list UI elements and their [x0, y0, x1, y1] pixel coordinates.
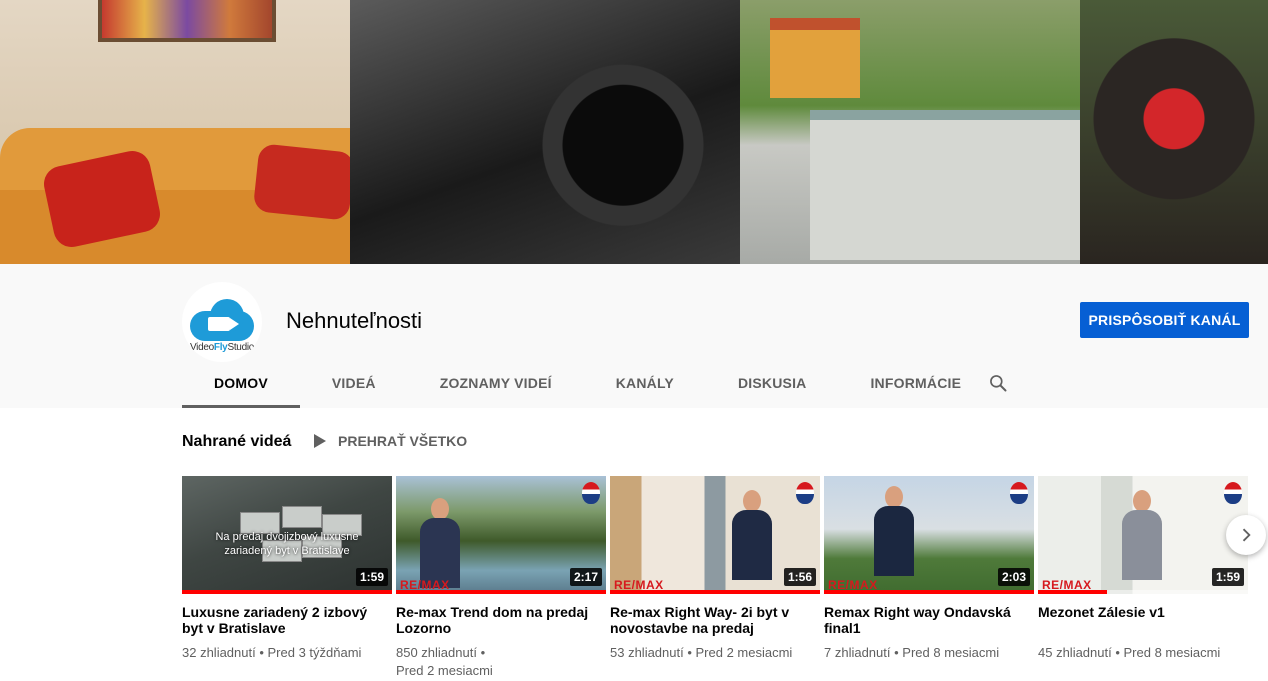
watch-progress-bar	[182, 590, 392, 594]
channel-avatar[interactable]: VideoFlyStudio	[182, 282, 262, 362]
play-icon	[314, 434, 326, 448]
tab-playlists[interactable]: ZOZNAMY VIDEÍ	[408, 358, 584, 408]
chevron-right-icon	[1242, 528, 1251, 542]
video-title[interactable]: Re-max Right Way- 2i byt v novostavbe na…	[610, 604, 820, 636]
video-thumbnail[interactable]: RE/MAX 2:03	[824, 476, 1034, 594]
video-duration: 2:03	[997, 568, 1030, 586]
video-meta: 32 zhliadnutí • Pred 3 týždňami	[182, 645, 362, 660]
channel-tabs: DOMOV VIDEÁ ZOZNAMY VIDEÍ KANÁLY DISKUSI…	[182, 358, 993, 408]
video-title[interactable]: Re-max Trend dom na predaj Lozorno	[396, 604, 606, 636]
video-item[interactable]: RE/MAX 2:03 Remax Right way Ondavská fin…	[824, 476, 1034, 680]
tab-videos[interactable]: VIDEÁ	[300, 358, 408, 408]
presenter-figure	[1120, 490, 1164, 594]
presenter-figure	[872, 486, 916, 594]
watch-progress-bar	[1038, 590, 1108, 594]
video-item[interactable]: RE/MAX 1:56 Re-max Right Way- 2i byt v n…	[610, 476, 820, 680]
presenter-figure	[730, 490, 774, 594]
customize-channel-button[interactable]: PRISPÔSOBIŤ KANÁL	[1080, 302, 1249, 338]
video-shelf: Na predaj dvojizbový luxusne zariadený b…	[182, 476, 1248, 680]
channel-name: Nehnuteľnosti	[286, 308, 423, 333]
video-title[interactable]: Mezonet Zálesie v1	[1038, 604, 1248, 636]
video-title[interactable]: Remax Right way Ondavská final1	[824, 604, 1034, 636]
tab-channels[interactable]: KANÁLY	[584, 358, 706, 408]
video-thumbnail[interactable]: RE/MAX 1:56	[610, 476, 820, 594]
video-meta: 850 zhliadnutí • Pred 2 mesiacmi	[396, 645, 493, 678]
video-thumbnail[interactable]: RE/MAX 1:59	[1038, 476, 1248, 594]
video-meta: 53 zhliadnutí • Pred 2 mesiacmi	[610, 645, 793, 660]
video-duration: 1:59	[1211, 568, 1244, 586]
video-duration: 1:56	[783, 568, 816, 586]
video-item[interactable]: RE/MAX 1:59 Mezonet Zálesie v1 45 zhliad…	[1038, 476, 1248, 680]
video-duration: 1:59	[355, 568, 388, 586]
tab-home[interactable]: DOMOV	[182, 358, 300, 408]
video-thumbnail[interactable]: RE/MAX 2:17	[396, 476, 606, 594]
watch-progress-bar	[824, 590, 1034, 594]
remax-balloon-icon	[1010, 482, 1028, 504]
watch-progress-bar	[610, 590, 820, 594]
channel-banner	[0, 0, 1268, 264]
thumbnail-overlay-text: Na predaj dvojizbový luxusne zariadený b…	[215, 531, 359, 557]
video-meta: 45 zhliadnutí • Pred 8 mesiacmi	[1038, 645, 1221, 660]
watch-progress-bar	[396, 590, 606, 594]
shelf-next-button[interactable]	[1226, 515, 1266, 555]
video-title[interactable]: Luxusne zariadený 2 izbový byt v Bratisl…	[182, 604, 392, 636]
video-duration: 2:17	[569, 568, 602, 586]
cloud-logo-icon	[186, 297, 258, 341]
play-all-button[interactable]: PREHRAŤ VŠETKO	[314, 433, 467, 449]
remax-balloon-icon	[1224, 482, 1242, 504]
tab-about[interactable]: INFORMÁCIE	[838, 358, 993, 408]
play-all-label: PREHRAŤ VŠETKO	[338, 433, 468, 449]
video-item[interactable]: RE/MAX 2:17 Re-max Trend dom na predaj L…	[396, 476, 606, 680]
remax-balloon-icon	[582, 482, 600, 504]
video-meta: 7 zhliadnutí • Pred 8 mesiacmi	[824, 645, 1000, 660]
remax-balloon-icon	[796, 482, 814, 504]
search-icon[interactable]	[988, 373, 1008, 393]
tab-discussion[interactable]: DISKUSIA	[706, 358, 839, 408]
video-item[interactable]: Na predaj dvojizbový luxusne zariadený b…	[182, 476, 392, 680]
avatar-brand-text: VideoFlyStudio	[189, 342, 255, 353]
video-thumbnail[interactable]: Na predaj dvojizbový luxusne zariadený b…	[182, 476, 392, 594]
section-title: Nahrané videá	[182, 433, 292, 450]
